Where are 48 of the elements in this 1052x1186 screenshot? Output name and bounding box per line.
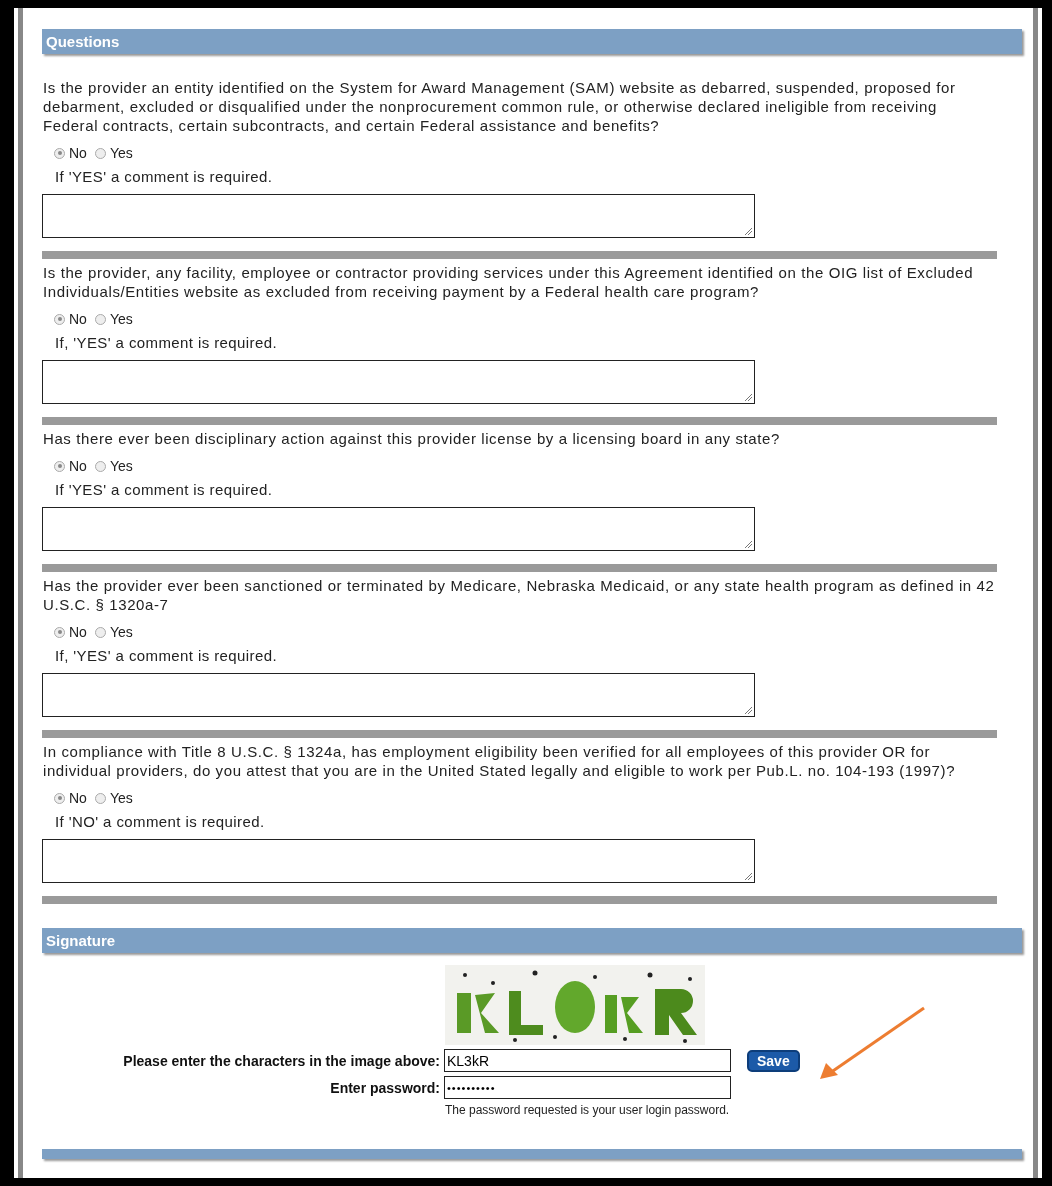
radio-label: Yes <box>109 311 133 327</box>
comment-note: If 'NO' a comment is required. <box>55 813 266 831</box>
resize-grip-icon[interactable] <box>743 226 753 236</box>
password-hint: The password requested is your user login password. <box>445 1103 731 1117</box>
radio-button[interactable] <box>94 147 106 159</box>
radio-button[interactable] <box>54 626 65 638</box>
captcha-field[interactable]: KL3kR <box>444 1049 731 1072</box>
radio-label: No <box>69 145 87 161</box>
radio-label: Yes <box>109 145 133 161</box>
question-text: Is the provider, any facility, employee or contractor providing services under this Agreement identified on the OIG list of Excluded Individuals/Entities website as excluded from receiving payment by a Federal health care program? <box>43 263 975 301</box>
radio-button[interactable] <box>94 626 106 638</box>
save-button[interactable]: Save <box>747 1049 800 1072</box>
password-label: Enter password: <box>329 1079 441 1096</box>
password-field[interactable]: •••••••••• <box>444 1076 731 1099</box>
comment-field[interactable] <box>42 194 755 238</box>
radio-label: Yes <box>109 790 133 806</box>
section-header: Signature <box>42 928 1022 953</box>
question-text: Has the provider ever been sanctioned or terminated by Medicare, Nebraska Medicaid, or any state health program as defined in 42 U.S.C. § 1320a-7 <box>43 576 996 614</box>
radio-label: No <box>69 624 87 640</box>
resize-grip-icon[interactable] <box>743 705 753 715</box>
radio-label: No <box>69 458 87 474</box>
captcha-label: Please enter the characters in the image above: <box>122 1052 441 1069</box>
radio-button[interactable] <box>94 792 106 804</box>
radio-button[interactable] <box>54 147 65 159</box>
radio-label: Yes <box>109 624 133 640</box>
radio-button[interactable] <box>54 460 65 472</box>
question-text: Is the provider an entity identified on the System for Award Management (SAM) website as debarred, suspended, proposed for debarment, excluded or disqualified under the nonprocurement common rule, or otherwise declared ineligible from receiving Federal contracts, certain subcontracts, and certain Federal assistance and benefits? <box>43 78 957 135</box>
radio-button[interactable] <box>54 313 65 325</box>
radio-label: No <box>69 790 87 806</box>
resize-grip-icon[interactable] <box>743 539 753 549</box>
comment-field[interactable] <box>42 839 755 883</box>
question-text: Has there ever been disciplinary action against this provider license by a licensing board in any state? <box>43 429 781 448</box>
comment-note: If, 'YES' a comment is required. <box>55 647 278 665</box>
resize-grip-icon[interactable] <box>743 392 753 402</box>
section-header: Questions <box>42 29 1022 54</box>
comment-field[interactable] <box>42 673 755 717</box>
question-text: In compliance with Title 8 U.S.C. § 1324a, has employment eligibility been verified for all employees of this provider OR for individual providers, do you attest that you are in the United Stated legally and eligible to work per Pub.L. no. 104-193 (1997)? <box>43 742 957 780</box>
radio-label: No <box>69 311 87 327</box>
radio-button[interactable] <box>54 792 65 804</box>
radio-button[interactable] <box>94 460 106 472</box>
comment-field[interactable] <box>42 360 755 404</box>
comment-note: If 'YES' a comment is required. <box>55 168 274 186</box>
comment-note: If, 'YES' a comment is required. <box>55 334 278 352</box>
comment-note: If 'YES' a comment is required. <box>55 481 274 499</box>
resize-grip-icon[interactable] <box>743 871 753 881</box>
radio-button[interactable] <box>94 313 106 325</box>
radio-label: Yes <box>109 458 133 474</box>
comment-field[interactable] <box>42 507 755 551</box>
